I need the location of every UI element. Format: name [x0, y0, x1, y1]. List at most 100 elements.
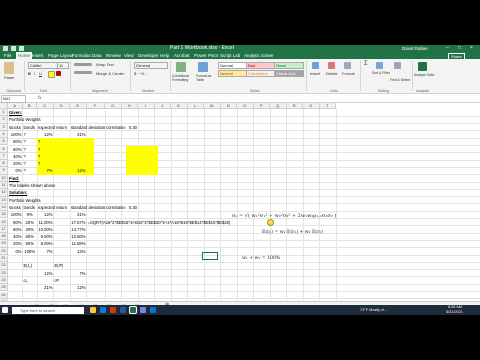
bold-icon[interactable]: B — [28, 71, 31, 76]
cell-b22[interactable]: E(rₛ) — [24, 262, 33, 269]
cell-e23[interactable]: 7% — [71, 270, 85, 277]
column-header-i[interactable]: I — [138, 103, 155, 109]
cell-a3[interactable]: stocks — [9, 124, 21, 131]
cell-c3[interactable]: expected return — [38, 124, 67, 131]
row-header-14[interactable]: 14 — [0, 203, 8, 212]
row-header-4[interactable]: 4 — [0, 130, 8, 139]
cell-c20[interactable]: 7% — [38, 248, 52, 255]
column-header-e[interactable]: E — [70, 103, 87, 109]
tab-view[interactable]: View — [124, 52, 134, 59]
row-header-12[interactable]: 12 — [0, 189, 8, 197]
cell-c14[interactable]: expected return — [38, 204, 67, 211]
cell-c9[interactable]: 7% — [38, 167, 52, 174]
row-header-23[interactable]: 23 — [0, 269, 8, 277]
row-header-6[interactable]: 6 — [0, 145, 8, 153]
undo-icon[interactable] — [19, 46, 24, 51]
row-header-24[interactable]: 24 — [0, 276, 8, 285]
sort-filter-icon[interactable] — [376, 62, 383, 69]
cell-b20[interactable]: 100% — [24, 248, 37, 255]
row-header-17[interactable]: 17 — [0, 225, 8, 234]
row-header-1[interactable]: 1 — [0, 109, 8, 117]
cell-e18[interactable]: 12.60% — [71, 233, 85, 240]
cell-e3[interactable]: standard deviation — [71, 124, 105, 131]
cell-a16[interactable]: 80% — [9, 219, 21, 226]
format-cells-icon[interactable] — [344, 62, 351, 69]
row-header-16[interactable]: 16 — [0, 218, 8, 226]
cell-a8[interactable]: 20% — [9, 160, 21, 167]
cell-e9[interactable]: 12% — [71, 167, 85, 174]
column-header-p[interactable]: P — [253, 103, 270, 109]
tab-acrobat[interactable]: Acrobat — [174, 52, 190, 59]
align-top-icon[interactable] — [74, 63, 92, 66]
column-header-j[interactable]: J — [154, 103, 171, 109]
close-button[interactable]: × — [470, 45, 473, 52]
column-header-o[interactable]: O — [237, 103, 254, 109]
cell-c23[interactable]: 12% — [38, 270, 52, 277]
cell-b14[interactable]: bonds — [24, 204, 35, 211]
cell-c5[interactable]: ? — [38, 138, 40, 145]
row-header-19[interactable]: 19 — [0, 240, 8, 248]
windows-start-icon[interactable] — [2, 307, 8, 313]
row-header-22[interactable]: 22 — [0, 262, 8, 270]
tab-script-lab[interactable]: Script Lab — [220, 52, 240, 59]
number-format-box[interactable]: General — [134, 62, 168, 69]
cell-a13[interactable]: Portfolio Weights — [9, 197, 41, 204]
teams-icon[interactable] — [140, 307, 146, 313]
cell-b24[interactable]: σₛ — [24, 277, 28, 284]
cell-d22[interactable]: E(rᴮ) — [55, 262, 64, 269]
cell-b3[interactable]: bonds — [24, 124, 35, 131]
cell-c7[interactable]: ? — [38, 153, 40, 160]
row-header-9[interactable]: 9 — [0, 167, 8, 175]
style-normal[interactable]: Normal — [218, 62, 248, 69]
column-header-n[interactable]: N — [220, 103, 237, 109]
column-header-d[interactable]: D — [53, 103, 70, 109]
autosave-icon[interactable] — [3, 46, 8, 51]
column-header-r[interactable]: R — [286, 103, 303, 109]
maximize-button[interactable]: □ — [458, 45, 461, 52]
cell-c25[interactable]: 21% — [38, 284, 52, 291]
style-check-cell[interactable]: Check Cell — [274, 70, 304, 77]
cell-a9[interactable]: 0% — [9, 167, 21, 174]
delete-cells-icon[interactable] — [328, 62, 335, 69]
file-explorer-icon[interactable] — [90, 307, 96, 313]
cell-c16[interactable]: 11.00% — [38, 219, 53, 226]
cell-b16[interactable]: 20% — [24, 219, 37, 226]
cell-c15[interactable]: 12% — [38, 211, 52, 218]
cell-b19[interactable]: 80% — [24, 240, 37, 247]
cell-e16[interactable]: 17.67% — [71, 219, 85, 226]
tab-help[interactable]: Help — [160, 52, 169, 59]
cell-b18[interactable]: 60% — [24, 233, 37, 240]
cell-c19[interactable]: 8.00% — [38, 240, 53, 247]
edge-icon[interactable] — [100, 307, 106, 313]
tab-home[interactable]: Home — [16, 52, 33, 59]
cell-a2[interactable]: Portfolio Weights — [9, 116, 41, 123]
cell-b5[interactable]: ? — [24, 138, 37, 145]
style-bad[interactable]: Bad — [246, 62, 276, 69]
style-calculation[interactable]: Calculation — [246, 70, 276, 77]
cell-b7[interactable]: ? — [24, 153, 37, 160]
cell-b9[interactable]: ? — [24, 167, 37, 174]
cell-a18[interactable]: 40% — [9, 233, 21, 240]
find-select-icon[interactable] — [394, 62, 401, 69]
tab-formulas[interactable]: Formulas — [72, 52, 91, 59]
cell-a6[interactable]: 60% — [9, 146, 21, 153]
cell-a7[interactable]: 40% — [9, 153, 21, 160]
font-color-icon[interactable] — [56, 71, 61, 76]
worksheet-grid[interactable]: ABCDEFGHIJKLMNOPQRST 1 2 3 4 5 6 7 8 9 10 11 12 13 14… — [0, 103, 480, 307]
cell-e25[interactable]: 12% — [71, 284, 85, 291]
tab-data[interactable]: Data — [92, 52, 102, 59]
cell-a5[interactable]: 80% — [9, 138, 21, 145]
cell-d24[interactable]: σᴮ — [55, 277, 59, 284]
conditional-formatting-icon[interactable] — [176, 62, 186, 72]
font-size-box[interactable]: 11 — [57, 62, 69, 69]
cell-a14[interactable]: stocks — [9, 204, 21, 211]
tab-analytic-solver[interactable]: Analytic Solver — [244, 52, 274, 59]
italic-icon[interactable]: I — [34, 71, 35, 76]
align-left-icon[interactable] — [74, 71, 92, 74]
powerpoint-icon[interactable] — [110, 307, 116, 313]
style-good[interactable]: Good — [274, 62, 304, 69]
row-header-15[interactable]: 15 — [0, 211, 8, 219]
cell-h14[interactable]: 0.30 — [123, 204, 137, 211]
fx-icon[interactable]: fx — [38, 94, 42, 102]
row-header-5[interactable]: 5 — [0, 138, 8, 146]
